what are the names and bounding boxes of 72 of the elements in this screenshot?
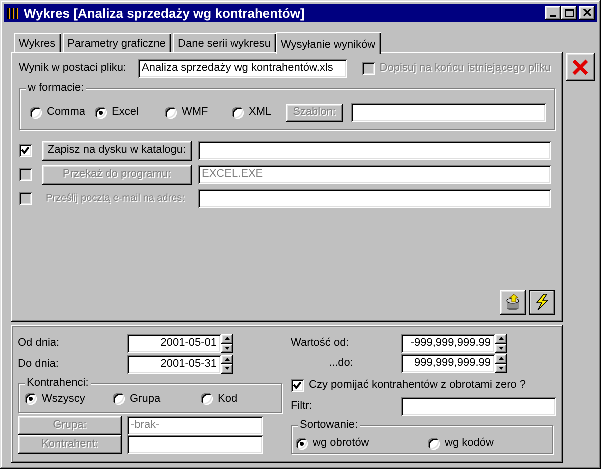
down-arrow-icon — [498, 346, 504, 350]
contractor-field[interactable] — [127, 435, 263, 454]
run-button[interactable] — [529, 290, 555, 315]
contractor-radio[interactable] — [201, 393, 213, 406]
checkmark-icon — [21, 146, 30, 155]
date-from-field[interactable]: 2001-05-01 — [127, 334, 221, 354]
down-arrow-icon — [224, 367, 230, 370]
format-radio-label: XML — [249, 106, 272, 119]
destination-field[interactable] — [198, 141, 551, 160]
sorting-radio-label: wg kodów — [445, 437, 494, 450]
append-label: Dopisuj na końcu istniejącego pliku — [380, 62, 551, 75]
contractor-radio-label: Wszyscy — [42, 392, 86, 406]
format-radio[interactable] — [165, 106, 177, 118]
template-field[interactable] — [351, 103, 546, 122]
destination-label: Prześlij pocztą e-mail na adres: — [45, 192, 186, 205]
contractor-radio[interactable] — [113, 393, 125, 406]
lightning-icon — [534, 294, 550, 311]
spin-up-button[interactable] — [495, 334, 507, 344]
skip-zero-checkbox[interactable] — [291, 379, 304, 392]
value-to-field[interactable]: 999,999,999.99 — [401, 354, 495, 373]
format-radio[interactable] — [95, 106, 107, 118]
format-radio-label: WMF — [182, 106, 208, 119]
format-radio[interactable] — [232, 106, 244, 118]
date-from-label: Od dnia: — [18, 337, 61, 350]
contractor-radio-label: Grupa — [130, 392, 161, 406]
date-to-field[interactable]: 2001-05-31 — [127, 354, 221, 374]
format-radio-label: Comma — [47, 106, 86, 119]
tab[interactable]: Wysyłanie wyników — [276, 32, 381, 54]
format-radio-label: Excel — [112, 106, 139, 119]
window-title: Wykres [Analiza sprzedaży wg kontrahentów] — [24, 6, 306, 20]
export-button[interactable] — [500, 290, 526, 315]
spin-up-button[interactable] — [221, 334, 233, 344]
destination-button[interactable]: Zapisz na dysku w katalogu: — [42, 140, 192, 160]
value-to-label: ...do: — [328, 357, 354, 370]
close-window-button[interactable] — [579, 6, 595, 20]
value-from-label: Wartość od: — [291, 337, 350, 350]
spin-down-button[interactable] — [221, 364, 233, 374]
file-label: Wynik w postaci pliku: — [19, 62, 128, 75]
file-name-field[interactable]: Analiza sprzedaży wg kontrahentów.xls — [138, 59, 347, 78]
maximize-icon — [564, 9, 574, 17]
skip-zero-label: Czy pomijać kontrahentów z obrotami zero ? — [309, 379, 526, 392]
contractor-radio-label: Kod — [218, 392, 238, 406]
close-icon — [572, 58, 589, 76]
spin-up-button[interactable] — [495, 354, 507, 364]
sorting-radio[interactable] — [296, 438, 308, 450]
up-arrow-icon — [498, 337, 504, 340]
down-arrow-icon — [498, 366, 504, 370]
tab[interactable]: Parametry graficzne — [62, 33, 172, 52]
minimize-button[interactable] — [545, 6, 561, 20]
date-to-label: Do dnia: — [18, 358, 60, 371]
value-from-field[interactable]: -999,999,999.99 — [401, 334, 495, 353]
destination-checkbox[interactable] — [19, 144, 32, 157]
cylinder-arrow-icon — [505, 294, 521, 311]
tab[interactable]: Dane serii wykresu — [173, 33, 276, 52]
maximize-button[interactable] — [561, 6, 577, 20]
destination-field[interactable] — [198, 189, 551, 208]
filter-field[interactable] — [401, 397, 556, 416]
filter-label: Filtr: — [291, 400, 314, 413]
up-arrow-icon — [224, 358, 230, 361]
bar-chart-icon — [6, 6, 20, 20]
format-radio[interactable] — [30, 106, 42, 118]
close-icon — [582, 9, 592, 17]
up-arrow-icon — [498, 357, 504, 360]
sorting-radio-label: wg obrotów — [313, 437, 370, 450]
down-arrow-icon — [224, 346, 230, 350]
spin-up-button[interactable] — [221, 354, 233, 364]
up-arrow-icon — [224, 337, 230, 340]
checkmark-icon — [293, 381, 302, 390]
tab[interactable]: Wykres — [14, 33, 61, 52]
close-button[interactable] — [566, 53, 595, 81]
contractor-radio[interactable] — [25, 393, 37, 406]
sorting-radio[interactable] — [428, 438, 440, 450]
